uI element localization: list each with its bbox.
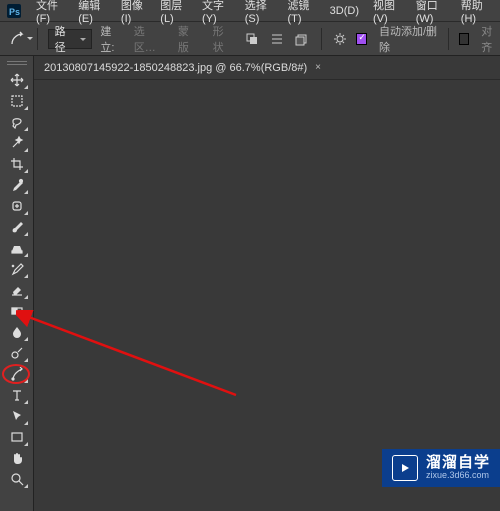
options-bar: 路径 建立: 选区… 蒙版 形状 自动添加/删除 对齐 [0,22,500,56]
mode-select-label: 路径 [55,23,74,55]
document-tab-title: 20130807145922-1850248823.jpg @ 66.7%(RG… [44,62,307,74]
auto-add-checkbox[interactable] [356,33,367,45]
active-tool-icon[interactable] [8,28,27,50]
watermark-url: zixue.3d66.com [426,471,490,481]
watermark: 溜溜自学 zixue.3d66.com [382,449,500,487]
path-operations-icon[interactable] [243,29,260,49]
separator [448,28,449,50]
history-brush-tool[interactable] [5,259,29,279]
menu-bar: Ps 文件(F) 编辑(E) 图像(I) 图层(L) 文字(Y) 选择(S) 滤… [0,0,500,22]
pen-tool[interactable] [5,364,29,384]
eyedropper-tool[interactable] [5,175,29,195]
gradient-tool[interactable] [5,301,29,321]
canvas-area[interactable] [34,80,500,511]
document-tab[interactable]: 20130807145922-1850248823.jpg @ 66.7%(RG… [34,56,500,80]
crop-tool[interactable] [5,154,29,174]
menu-3d[interactable]: 3D(D) [326,3,363,19]
type-tool[interactable] [5,385,29,405]
close-icon[interactable]: × [315,62,321,73]
tools-panel [0,56,34,511]
make-selection-button[interactable]: 选区… [130,21,166,57]
align-checkbox[interactable] [459,33,470,45]
lasso-tool[interactable] [5,112,29,132]
path-arrange-icon[interactable] [293,29,310,49]
workspace: 20130807145922-1850248823.jpg @ 66.7%(RG… [34,56,500,511]
zoom-tool[interactable] [5,469,29,489]
svg-text:Ps: Ps [9,7,20,17]
eraser-tool[interactable] [5,280,29,300]
move-tool[interactable] [5,70,29,90]
separator [321,28,322,50]
magic-wand-tool[interactable] [5,133,29,153]
gear-icon[interactable] [331,29,348,49]
make-shape-button[interactable]: 形状 [209,21,236,57]
blur-tool[interactable] [5,322,29,342]
annotation-arrow [16,310,246,400]
separator [37,28,38,50]
brush-tool[interactable] [5,217,29,237]
build-label: 建立: [100,23,121,55]
menu-filter[interactable]: 滤镜(T) [283,0,319,27]
menu-select[interactable]: 选择(S) [241,0,278,27]
watermark-title: 溜溜自学 [426,455,490,472]
healing-brush-tool[interactable] [5,196,29,216]
path-selection-tool[interactable] [5,406,29,426]
clone-stamp-tool[interactable] [5,238,29,258]
hand-tool[interactable] [5,448,29,468]
mode-select[interactable]: 路径 [48,29,93,49]
align-label: 对齐 [481,23,500,55]
auto-add-label: 自动添加/删除 [379,23,438,55]
rectangle-tool[interactable] [5,427,29,447]
make-mask-button[interactable]: 蒙版 [174,21,201,57]
panel-grip[interactable] [7,60,27,66]
path-align-icon[interactable] [268,29,285,49]
dodge-tool[interactable] [5,343,29,363]
marquee-tool[interactable] [5,91,29,111]
app-logo-icon: Ps [6,2,22,20]
play-icon [392,455,418,481]
